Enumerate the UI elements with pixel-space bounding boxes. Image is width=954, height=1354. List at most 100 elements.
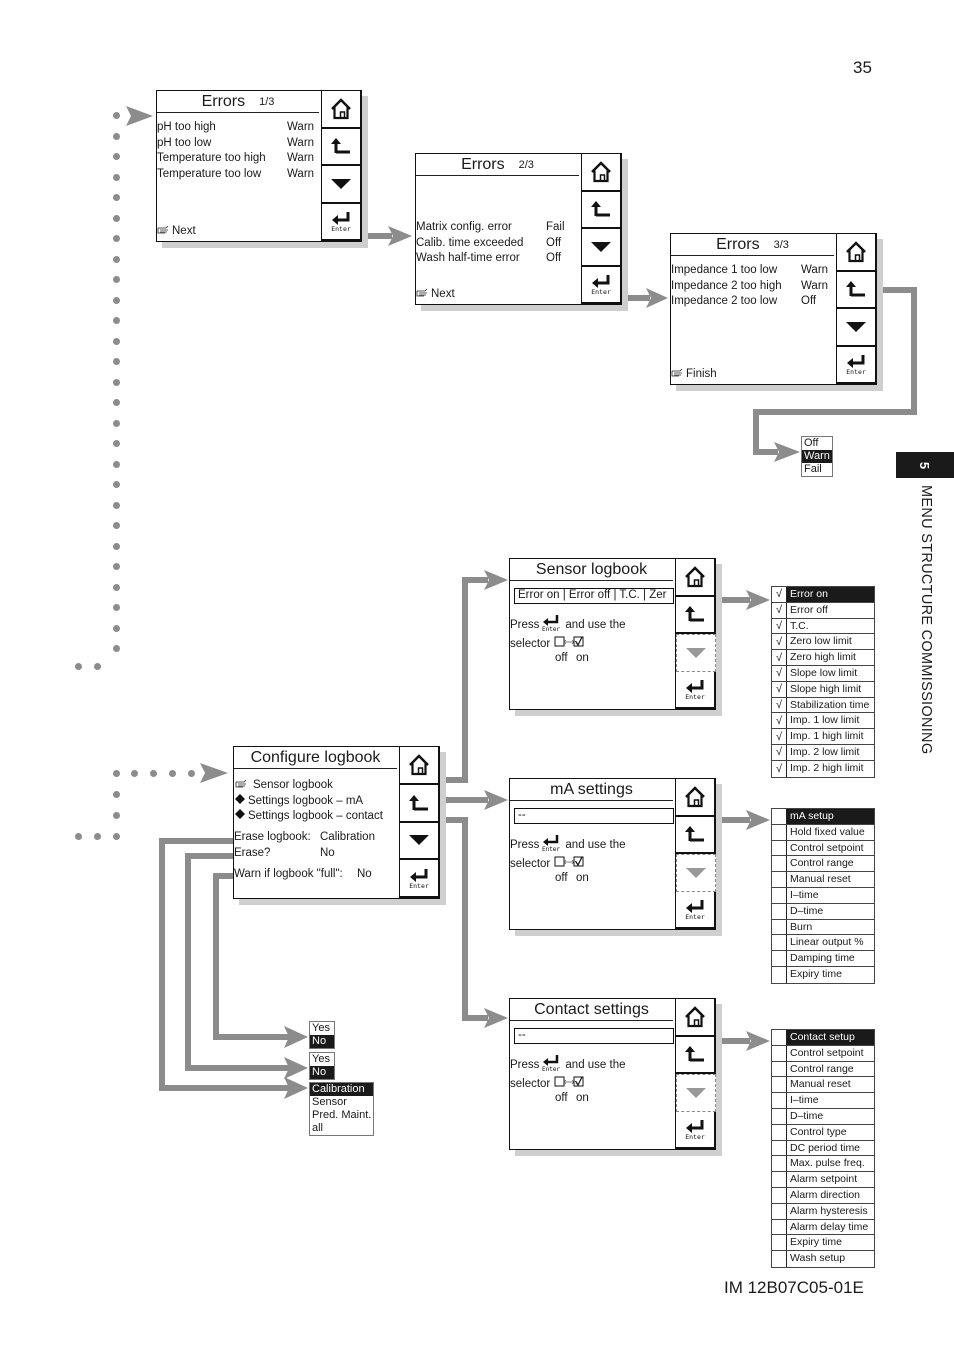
back-button[interactable] bbox=[676, 816, 716, 854]
checkbox[interactable] bbox=[772, 1251, 787, 1267]
back-button[interactable] bbox=[676, 1036, 716, 1074]
checklist-item[interactable]: I–time bbox=[772, 1093, 874, 1109]
option-item[interactable]: Calibration bbox=[310, 1083, 373, 1096]
checkbox[interactable] bbox=[772, 1093, 787, 1108]
error-level-options[interactable]: Off Warn Fail bbox=[801, 436, 833, 477]
checklist-item[interactable]: √ Imp. 1 low limit bbox=[772, 713, 874, 730]
checklist-item[interactable]: √ Error on bbox=[772, 587, 874, 603]
footer-action[interactable]: Finish bbox=[671, 367, 717, 380]
checklist-item[interactable]: Manual reset bbox=[772, 1077, 874, 1094]
checkbox[interactable]: √ bbox=[772, 665, 787, 681]
enter-button[interactable]: Enter bbox=[837, 346, 877, 384]
checklist-item[interactable]: D–time bbox=[772, 903, 874, 920]
checklist-item[interactable]: Linear output % bbox=[772, 935, 874, 952]
checkbox[interactable]: √ bbox=[772, 744, 787, 760]
home-button[interactable] bbox=[837, 234, 877, 272]
erase-logbook-value[interactable]: Calibration bbox=[320, 831, 375, 843]
checklist-item[interactable]: Control setpoint bbox=[772, 1045, 874, 1062]
checkbox[interactable] bbox=[772, 824, 787, 840]
error-row-label[interactable]: Temperature too low bbox=[157, 168, 261, 180]
error-row-label[interactable]: Impedance 2 too high bbox=[671, 280, 782, 292]
footer-action[interactable]: Next bbox=[416, 287, 455, 300]
option-item[interactable]: all bbox=[310, 1122, 373, 1135]
checklist-item[interactable]: √ Zero high limit bbox=[772, 650, 874, 666]
error-row-value[interactable]: Off bbox=[546, 252, 561, 264]
error-row-value[interactable]: Fail bbox=[546, 221, 565, 233]
checklist-item[interactable]: √ Error off bbox=[772, 602, 874, 619]
back-button[interactable] bbox=[676, 596, 716, 634]
home-button[interactable] bbox=[676, 999, 716, 1037]
back-button[interactable] bbox=[837, 271, 877, 309]
checkbox[interactable]: √ bbox=[772, 602, 787, 618]
checklist-item[interactable]: Control type bbox=[772, 1124, 874, 1141]
checkbox[interactable] bbox=[772, 903, 787, 919]
checkbox[interactable] bbox=[772, 856, 787, 872]
error-row-value[interactable]: Warn bbox=[287, 168, 314, 180]
checkbox[interactable] bbox=[772, 935, 787, 951]
error-row-label[interactable]: Matrix config. error bbox=[416, 221, 512, 233]
error-row-value[interactable]: Warn bbox=[801, 280, 828, 292]
erase-confirm-options[interactable]: Yes No bbox=[309, 1052, 335, 1080]
checklist-item[interactable]: D–time bbox=[772, 1108, 874, 1125]
checkbox[interactable]: √ bbox=[772, 618, 787, 634]
enter-button[interactable]: Enter bbox=[322, 203, 362, 241]
erase-confirm-value[interactable]: No bbox=[320, 847, 335, 859]
option-item[interactable]: Off bbox=[802, 437, 832, 450]
selection-field[interactable]: -- bbox=[514, 1028, 674, 1044]
checklist-item[interactable]: mA setup bbox=[772, 809, 874, 825]
back-button[interactable] bbox=[400, 784, 440, 823]
checkbox[interactable] bbox=[772, 1203, 787, 1219]
error-row-value[interactable]: Off bbox=[801, 295, 816, 307]
error-row-label[interactable]: Wash half-time error bbox=[416, 252, 520, 264]
menu-item[interactable]: Settings logbook – mA bbox=[235, 793, 363, 807]
checkbox[interactable]: √ bbox=[772, 681, 787, 697]
down-button[interactable] bbox=[582, 229, 622, 267]
checklist-item[interactable]: Control range bbox=[772, 856, 874, 873]
checklist-item[interactable]: √ Imp. 1 high limit bbox=[772, 729, 874, 745]
checklist-item[interactable]: Control setpoint bbox=[772, 840, 874, 857]
error-row-label[interactable]: Temperature too high bbox=[157, 152, 266, 164]
checklist-item[interactable]: Alarm delay time bbox=[772, 1219, 874, 1236]
option-item[interactable]: Pred. Maint. bbox=[310, 1109, 373, 1122]
checklist-item[interactable]: √ Slope low limit bbox=[772, 665, 874, 682]
back-button[interactable] bbox=[582, 191, 622, 229]
checklist-item[interactable]: Max. pulse freq. bbox=[772, 1156, 874, 1173]
home-button[interactable] bbox=[676, 779, 716, 817]
checkbox[interactable] bbox=[772, 840, 787, 856]
menu-item[interactable]: Settings logbook – contact bbox=[235, 809, 383, 822]
option-item[interactable]: Yes bbox=[310, 1022, 334, 1035]
checklist-item[interactable]: Contact setup bbox=[772, 1030, 874, 1046]
home-button[interactable] bbox=[582, 154, 622, 192]
error-row-value[interactable]: Warn bbox=[287, 137, 314, 149]
error-row-value[interactable]: Warn bbox=[801, 264, 828, 276]
checklist-item[interactable]: Control range bbox=[772, 1061, 874, 1078]
error-row-value[interactable]: Off bbox=[546, 237, 561, 249]
checklist-item[interactable]: Burn bbox=[772, 919, 874, 936]
error-row-label[interactable]: pH too low bbox=[157, 137, 211, 149]
checklist-item[interactable]: Alarm setpoint bbox=[772, 1172, 874, 1188]
enter-button[interactable]: Enter bbox=[400, 860, 440, 898]
checkbox[interactable] bbox=[772, 1219, 787, 1235]
checkbox[interactable]: √ bbox=[772, 760, 787, 777]
checkbox[interactable] bbox=[772, 1124, 787, 1140]
checkbox[interactable]: √ bbox=[772, 713, 787, 729]
checklist-item[interactable]: DC period time bbox=[772, 1140, 874, 1157]
checklist-item[interactable]: Hold fixed value bbox=[772, 824, 874, 841]
checkbox[interactable]: √ bbox=[772, 697, 787, 713]
error-row-value[interactable]: Warn bbox=[287, 152, 314, 164]
checklist-item[interactable]: Alarm hysteresis bbox=[772, 1203, 874, 1220]
down-button[interactable] bbox=[676, 1074, 716, 1112]
option-item[interactable]: No bbox=[310, 1035, 334, 1048]
checkbox[interactable] bbox=[772, 1235, 787, 1251]
error-row-label[interactable]: Impedance 2 too low bbox=[671, 295, 777, 307]
checkbox[interactable] bbox=[772, 951, 787, 966]
checklist-item[interactable]: √ Zero low limit bbox=[772, 634, 874, 651]
option-item[interactable]: Yes bbox=[310, 1053, 334, 1066]
enter-button[interactable]: Enter bbox=[676, 891, 716, 929]
checkbox[interactable]: √ bbox=[772, 634, 787, 650]
checklist-item[interactable]: √ T.C. bbox=[772, 618, 874, 635]
selection-field[interactable]: Error on | Error off | T.C. | Zer bbox=[514, 588, 674, 604]
error-row-label[interactable]: Calib. time exceeded bbox=[416, 237, 523, 249]
checkbox[interactable] bbox=[772, 1172, 787, 1187]
option-item[interactable]: Fail bbox=[802, 463, 832, 476]
